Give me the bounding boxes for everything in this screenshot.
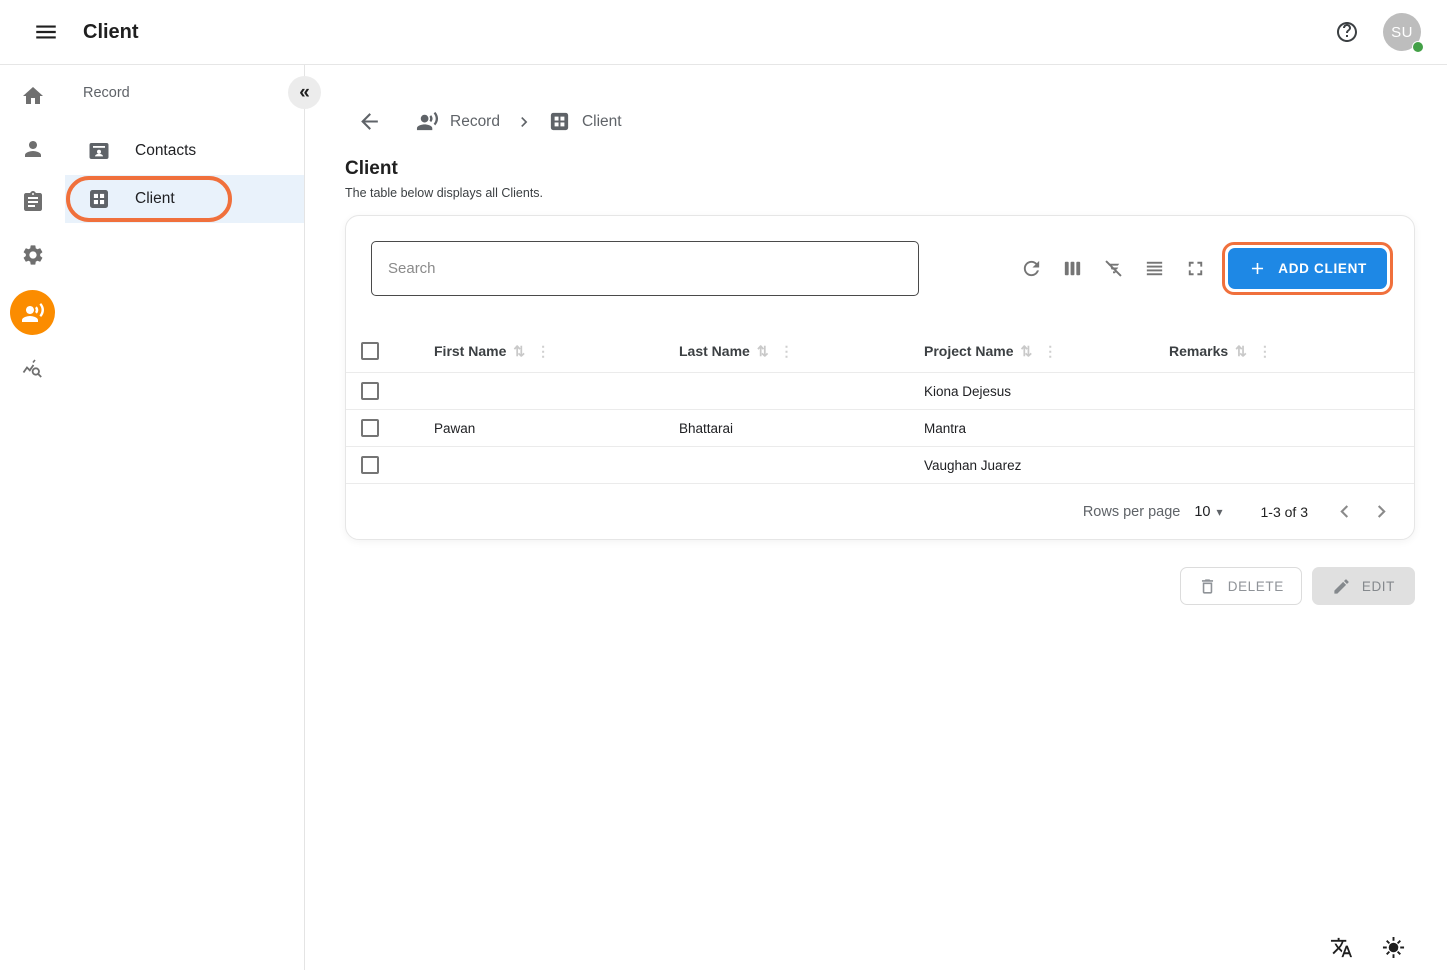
- menu-icon[interactable]: [33, 19, 59, 45]
- columns-icon[interactable]: [1061, 257, 1084, 280]
- cell-project-name: Vaughan Juarez: [924, 458, 1169, 473]
- light-mode-sun-icon[interactable]: [1382, 936, 1405, 959]
- cell-last-name: Bhattarai: [679, 421, 924, 436]
- back-arrow-icon[interactable]: [357, 109, 382, 134]
- column-header-project-name[interactable]: Project Name: [924, 343, 1013, 359]
- topbar: Client SU: [0, 0, 1447, 65]
- breadcrumb: Record Client: [345, 109, 1447, 134]
- help-icon[interactable]: [1335, 20, 1359, 44]
- sort-icon[interactable]: ⇅: [757, 343, 769, 360]
- rows-per-page-value: 10: [1194, 504, 1210, 520]
- column-menu-icon[interactable]: ⋮: [1258, 343, 1272, 360]
- table-row[interactable]: Pawan Bhattarai Mantra: [346, 410, 1414, 447]
- chevron-right-icon: [514, 112, 534, 132]
- main-content: Record Client Client The t: [305, 65, 1447, 970]
- grid-table-icon: [548, 110, 571, 133]
- dropdown-caret-icon: ▾: [1216, 505, 1222, 519]
- rows-per-page-select[interactable]: 10 ▾: [1194, 504, 1222, 520]
- column-header-remarks[interactable]: Remarks: [1169, 343, 1228, 359]
- search-input[interactable]: [371, 241, 919, 296]
- page-subtitle: The table below displays all Clients.: [345, 186, 1447, 200]
- rows-per-page-label: Rows per page: [1083, 504, 1181, 520]
- table-row[interactable]: Kiona Dejesus: [346, 373, 1414, 410]
- cell-first-name: Pawan: [434, 421, 679, 436]
- analytics-icon[interactable]: [21, 358, 45, 382]
- column-header-last-name[interactable]: Last Name: [679, 343, 750, 359]
- contacts-icon: [87, 139, 111, 163]
- cell-project-name: Kiona Dejesus: [924, 384, 1169, 399]
- sidebar-panel: « Record Contacts C: [65, 65, 305, 970]
- grid-table-icon: [87, 187, 111, 211]
- sort-icon[interactable]: ⇅: [1020, 343, 1032, 360]
- sidebar-section-label: Record: [83, 85, 304, 101]
- tasks-icon[interactable]: [21, 190, 45, 214]
- row-checkbox[interactable]: [361, 456, 379, 474]
- record-section-active-icon[interactable]: [10, 290, 55, 335]
- edit-label: EDIT: [1362, 579, 1395, 594]
- sort-icon[interactable]: ⇅: [1235, 343, 1247, 360]
- breadcrumb-item-record[interactable]: Record: [416, 110, 500, 133]
- row-checkbox[interactable]: [361, 382, 379, 400]
- column-menu-icon[interactable]: ⋮: [780, 343, 794, 360]
- column-header-first-name[interactable]: First Name: [434, 343, 506, 359]
- sidebar-item-contacts[interactable]: Contacts: [65, 127, 304, 175]
- icon-rail: [0, 65, 65, 970]
- online-status-dot: [1412, 41, 1424, 53]
- density-icon[interactable]: [1143, 257, 1166, 280]
- sidebar-item-label: Contacts: [135, 142, 196, 160]
- refresh-icon[interactable]: [1020, 257, 1043, 280]
- record-actions: DELETE EDIT: [345, 567, 1415, 605]
- sort-icon[interactable]: ⇅: [513, 343, 525, 360]
- select-all-checkbox[interactable]: [361, 342, 379, 360]
- column-menu-icon[interactable]: ⋮: [536, 343, 550, 360]
- edit-button[interactable]: EDIT: [1312, 567, 1415, 605]
- sidebar-item-client[interactable]: Client: [65, 175, 304, 223]
- previous-page-icon[interactable]: [1332, 499, 1357, 524]
- column-menu-icon[interactable]: ⋮: [1043, 343, 1057, 360]
- add-client-button[interactable]: ADD CLIENT: [1228, 248, 1387, 289]
- client-table: First Name ⇅ ⋮ Last Name ⇅ ⋮ Project Nam…: [346, 330, 1414, 539]
- client-table-card: ADD CLIENT First Name ⇅ ⋮ Last Name ⇅ ⋮: [345, 215, 1415, 540]
- annotation-highlight-ring: ADD CLIENT: [1222, 242, 1393, 295]
- person-icon[interactable]: [21, 137, 45, 161]
- app-title: Client: [83, 21, 139, 44]
- add-client-label: ADD CLIENT: [1278, 261, 1367, 276]
- table-pagination: Rows per page 10 ▾ 1-3 of 3: [346, 484, 1414, 539]
- breadcrumb-label: Client: [582, 113, 622, 131]
- breadcrumb-item-client[interactable]: Client: [548, 110, 622, 133]
- home-icon[interactable]: [21, 84, 45, 108]
- user-avatar[interactable]: SU: [1383, 13, 1421, 51]
- plus-icon: [1248, 259, 1267, 278]
- record-voice-over-icon: [416, 110, 439, 133]
- cell-project-name: Mantra: [924, 421, 1169, 436]
- next-page-icon[interactable]: [1369, 499, 1394, 524]
- translate-icon[interactable]: [1330, 936, 1353, 959]
- page-title: Client: [345, 158, 1447, 180]
- delete-button[interactable]: DELETE: [1180, 567, 1302, 605]
- fullscreen-icon[interactable]: [1184, 257, 1207, 280]
- delete-label: DELETE: [1228, 579, 1284, 594]
- breadcrumb-label: Record: [450, 113, 500, 131]
- table-header-row: First Name ⇅ ⋮ Last Name ⇅ ⋮ Project Nam…: [346, 330, 1414, 373]
- sidebar-item-label: Client: [135, 190, 175, 208]
- pencil-icon: [1332, 577, 1351, 596]
- row-checkbox[interactable]: [361, 419, 379, 437]
- trash-icon: [1198, 577, 1217, 596]
- record-voice-over-icon: [21, 301, 45, 325]
- collapse-sidebar-button[interactable]: «: [288, 76, 321, 109]
- pagination-range: 1-3 of 3: [1261, 504, 1308, 520]
- filter-off-icon[interactable]: [1102, 257, 1125, 280]
- table-row[interactable]: Vaughan Juarez: [346, 447, 1414, 484]
- settings-gear-icon[interactable]: [21, 243, 45, 267]
